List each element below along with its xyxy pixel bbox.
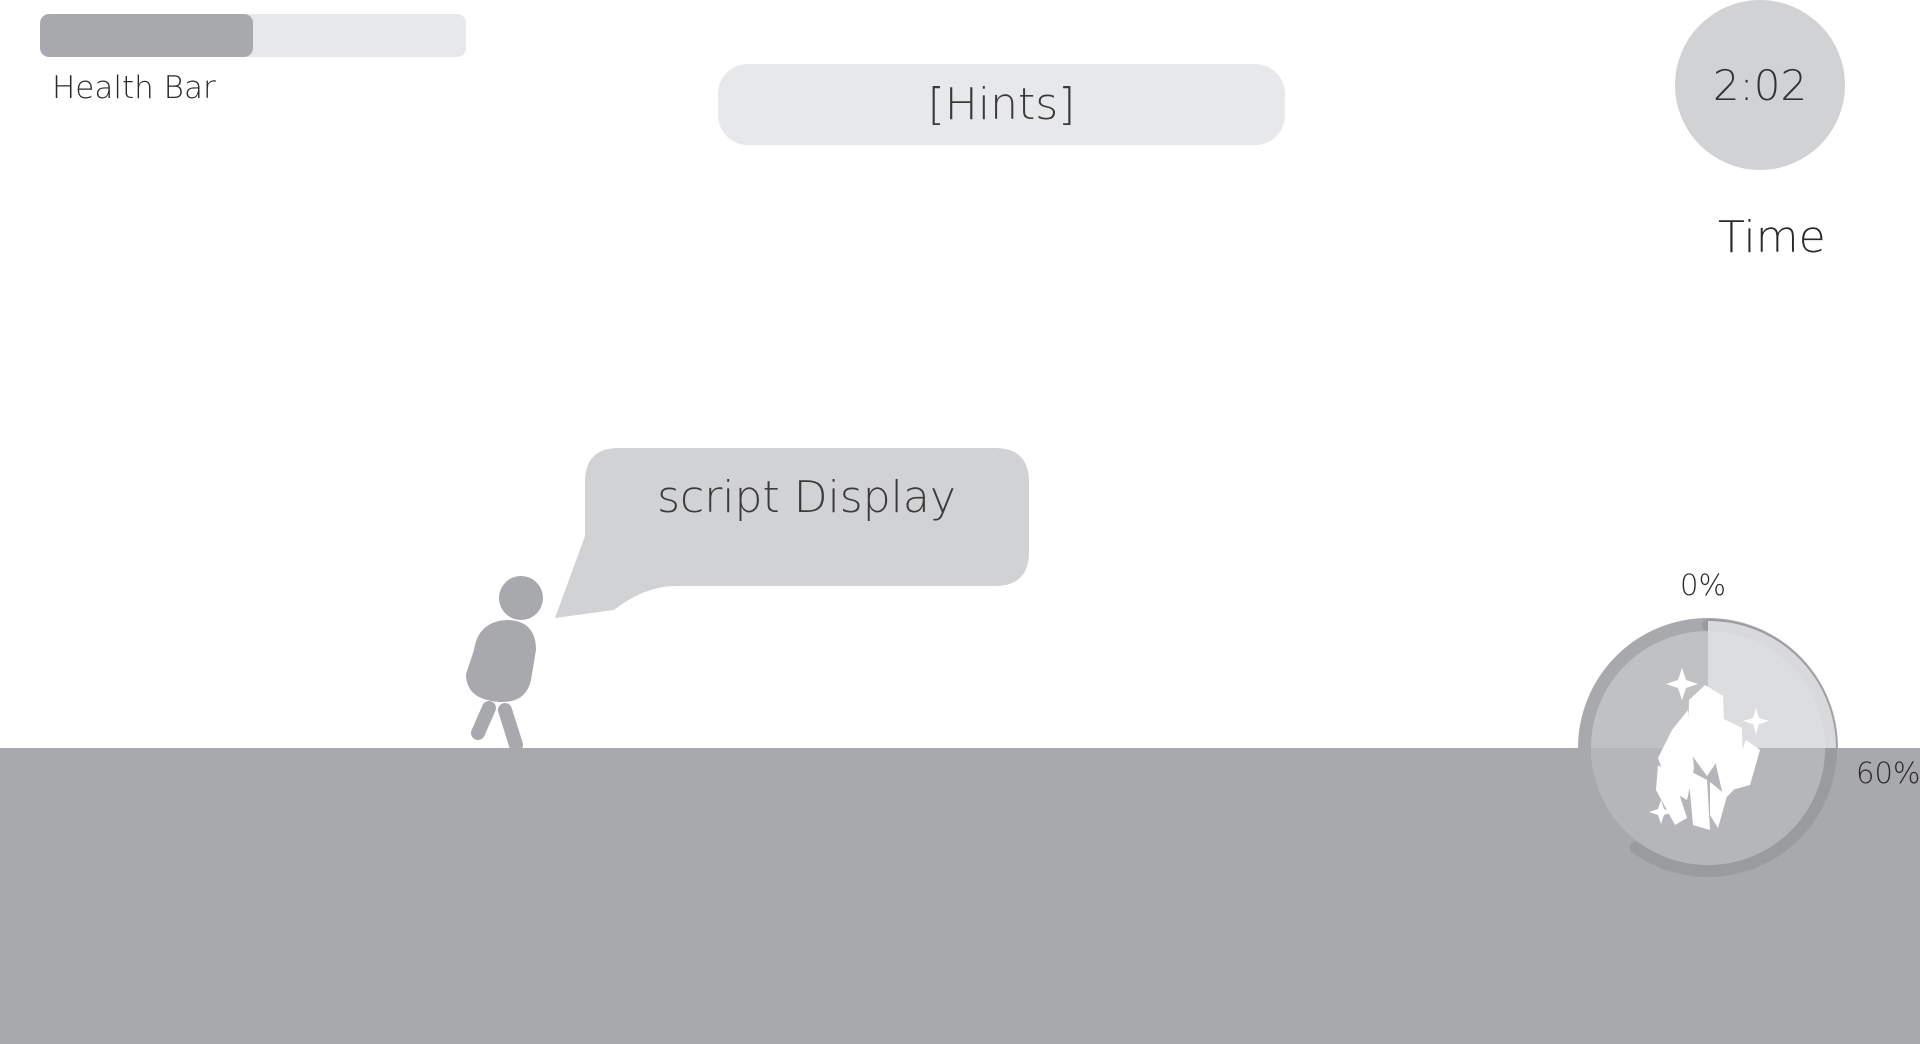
- progress-value-label: 60%: [1856, 756, 1920, 790]
- progress-start-label: 0%: [1680, 568, 1727, 602]
- dialogue-text: script Display: [657, 471, 956, 523]
- crystal-progress: [1578, 618, 1838, 878]
- hints-panel[interactable]: [Hints]: [718, 64, 1285, 145]
- game-scene: Health Bar [Hints] 2:02 Time script Disp…: [0, 0, 1920, 1044]
- player-character: [466, 576, 543, 752]
- health-bar: [40, 14, 466, 57]
- character-leg-right: [498, 703, 523, 752]
- timer-label: Time: [1718, 212, 1826, 263]
- character-body: [466, 620, 536, 703]
- character-leg-left: [471, 701, 496, 740]
- character-head: [499, 576, 543, 620]
- health-bar-fill: [40, 14, 253, 57]
- health-bar-label: Health Bar: [52, 70, 216, 106]
- timer-display: 2:02: [1675, 0, 1845, 170]
